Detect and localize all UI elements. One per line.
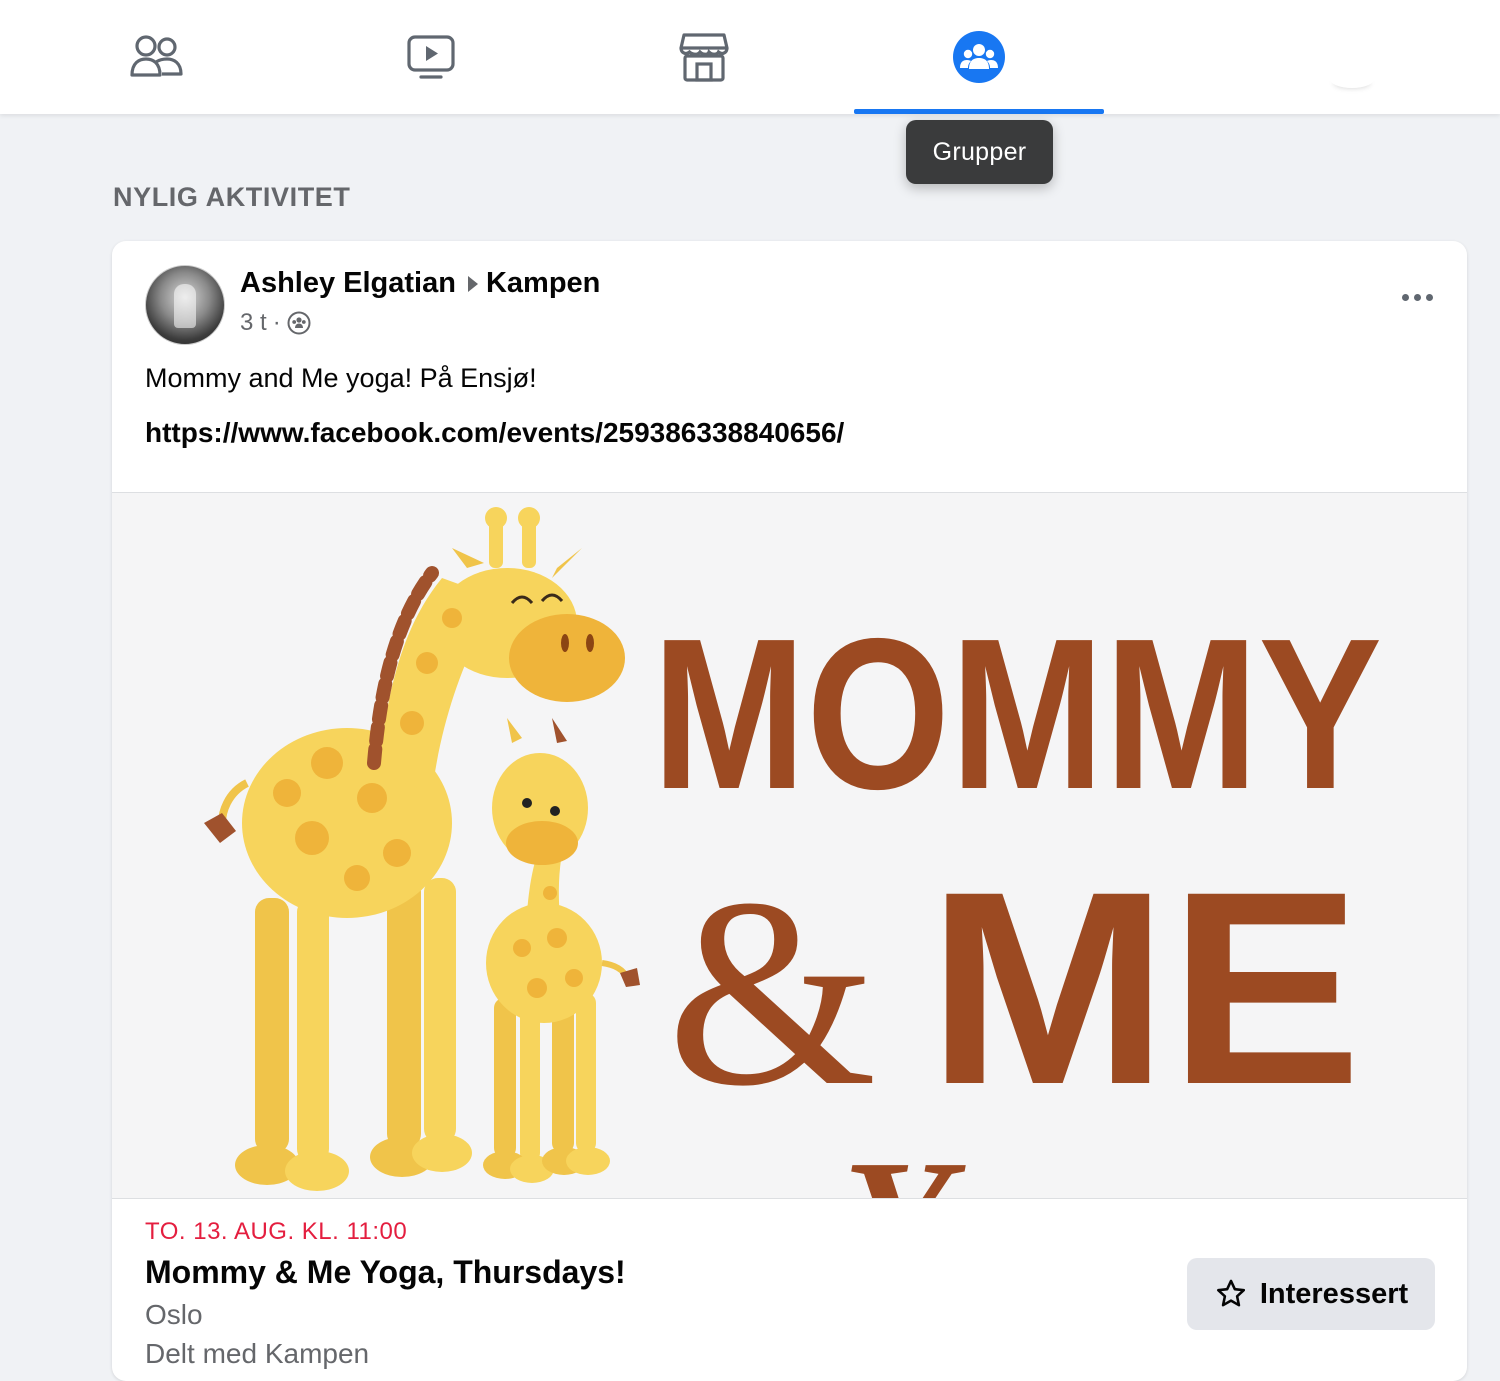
more-dot [1425, 293, 1433, 301]
top-navigation [0, 0, 1500, 114]
interested-label: Interessert [1259, 1277, 1409, 1310]
group-audience-icon [287, 311, 311, 335]
logo-line-yoga: Yoga [842, 1123, 1202, 1198]
star-outline-icon [1216, 1279, 1245, 1307]
more-dot [1401, 293, 1409, 301]
groups-icon [953, 31, 1005, 83]
arrow-right-icon [467, 275, 478, 292]
active-tab-indicator [854, 109, 1104, 114]
watch-video-icon [407, 35, 455, 79]
groups-tooltip: Grupper [906, 120, 1053, 184]
avatar[interactable] [145, 265, 225, 345]
author-name[interactable]: Ashley Elgatian [240, 267, 456, 300]
group-name[interactable]: Kampen [486, 267, 600, 300]
event-title[interactable]: Mommy & Me Yoga, Thursdays! [145, 1254, 626, 1291]
more-dot [1413, 293, 1421, 301]
tab-marketplace[interactable] [579, 0, 829, 114]
event-date: TO. 13. AUG. KL. 11:00 [145, 1218, 408, 1245]
logo-line-mommy: MOMMY [652, 593, 1382, 834]
post-header: Ashley Elgatian Kampen [240, 267, 600, 300]
meta-separator: · [272, 309, 281, 336]
giraffe-illustration: MOMMY & ME Yoga [204, 507, 1382, 1198]
interested-button[interactable]: Interessert [1187, 1258, 1435, 1330]
logo-line-me: ME [927, 835, 1362, 1142]
tab-watch[interactable] [306, 0, 556, 114]
event-cover-image[interactable]: MOMMY & ME Yoga [112, 492, 1467, 1199]
section-title: NYLIG AKTIVITET [113, 182, 351, 212]
event-link[interactable]: https://www.facebook.com/events/25938633… [145, 417, 844, 449]
tab-groups[interactable] [854, 0, 1104, 114]
post-meta: 3 t · [240, 309, 311, 337]
post-card: Ashley Elgatian Kampen 3 t · Mommy and M… [112, 241, 1467, 1381]
more-options-button[interactable] [1397, 287, 1437, 307]
nav-overflow-shadow [1330, 70, 1374, 88]
event-shared-with: Delt med Kampen [145, 1338, 370, 1369]
marketplace-store-icon [679, 33, 729, 82]
post-time[interactable]: 3 t [240, 309, 267, 337]
event-location: Oslo [145, 1299, 203, 1330]
friends-icon [130, 35, 183, 77]
small-giraffe [483, 718, 640, 1183]
logo-ampersand: & [667, 843, 877, 1142]
post-text: Mommy and Me yoga! På Ensjø! [145, 363, 537, 393]
tab-friends[interactable] [32, 0, 282, 114]
